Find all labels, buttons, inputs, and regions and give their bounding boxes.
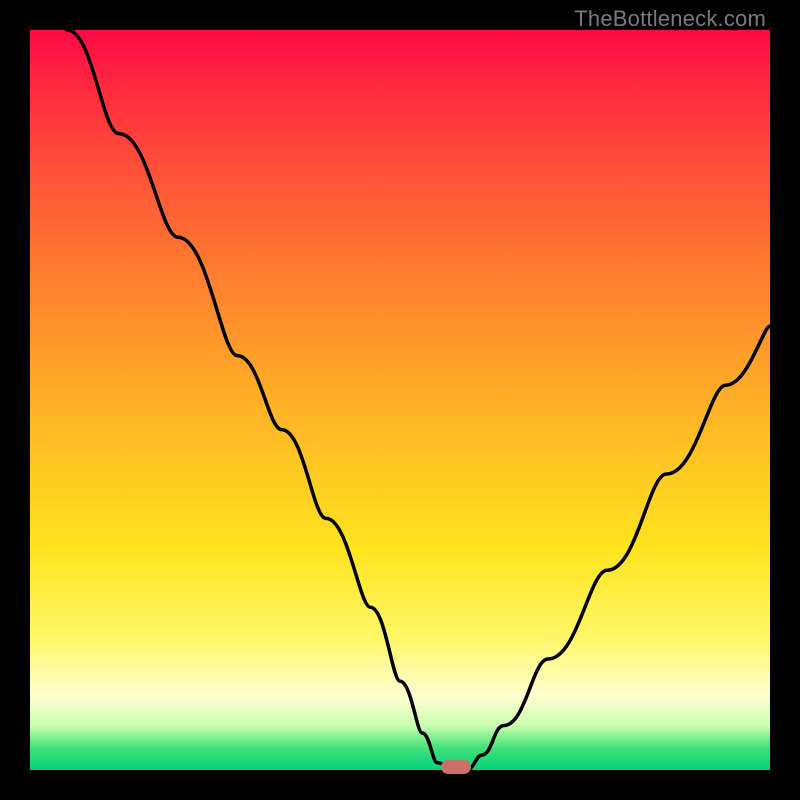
chart-stage: TheBottleneck.com (0, 0, 800, 800)
plot-area (30, 30, 770, 770)
optimal-marker (441, 760, 471, 774)
watermark-text: TheBottleneck.com (574, 6, 766, 32)
bottleneck-curve (30, 30, 770, 770)
